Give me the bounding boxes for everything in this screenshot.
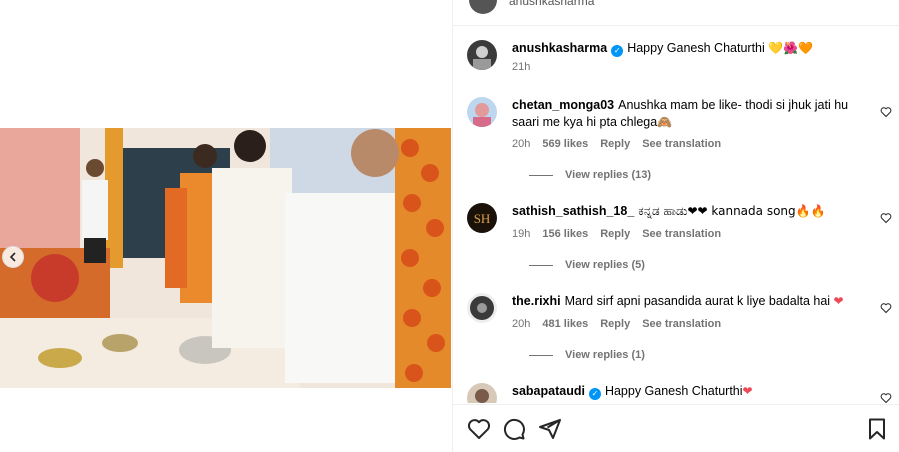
comment-item: sabapataudi ✓ Happy Ganesh Chaturthi❤ [467,383,892,403]
avatar[interactable] [467,293,497,323]
view-replies-button[interactable]: View replies (13) [529,169,651,181]
chevron-left-icon [9,252,16,262]
comment-time[interactable]: 20h [512,138,530,150]
avatar[interactable] [467,383,497,403]
heart-icon[interactable] [880,302,892,314]
comment-emoji: ❤ [833,294,844,308]
post-photo[interactable] [0,128,451,388]
see-translation-link[interactable]: See translation [642,228,721,240]
view-replies-button[interactable]: View replies (5) [529,259,645,271]
send-icon[interactable] [538,417,562,441]
comment-username[interactable]: sathish_sathish_18_ [512,204,634,218]
avatar[interactable] [467,97,497,127]
heart-icon[interactable] [467,417,491,441]
comment-username[interactable]: chetan_monga03 [512,98,614,112]
heart-icon[interactable] [880,392,892,403]
header-username[interactable]: anushkasharma [509,0,594,8]
see-translation-link[interactable]: See translation [642,318,721,330]
comments-panel: anushkasharma anushkasharma ✓ Happy Ganesh… [452,0,899,452]
comment-text: Happy Ganesh Chaturthi [604,384,743,398]
caption-emoji: 💛🌺🧡 [768,41,814,55]
caption-time[interactable]: 21h [512,61,530,73]
instagram-post-view: anushkasharma anushkasharma ✓ Happy Ganesh… [0,0,899,452]
avatar[interactable] [467,40,497,70]
svg-text:SH: SH [474,211,491,226]
post-header: anushkasharma [453,0,899,26]
comment-emoji: 🙈 [657,115,673,129]
comment-time[interactable]: 20h [512,318,530,330]
comment-text: ಕನ್ನಡ ಹಾಡು❤❤ kannada song🔥🔥 [638,204,826,218]
comment-time[interactable]: 19h [512,228,530,240]
heart-icon[interactable] [880,212,892,224]
verified-badge-icon: ✓ [611,45,624,57]
action-bar [453,404,899,452]
caption-username[interactable]: anushkasharma [512,41,607,55]
comment-likes[interactable]: 481 likes [542,318,588,330]
media-pane [0,0,451,452]
comment-emoji: ❤ [742,384,753,398]
comment-likes[interactable]: 156 likes [542,228,588,240]
reply-button[interactable]: Reply [600,318,630,330]
reply-button[interactable]: Reply [600,228,630,240]
comment-likes[interactable]: 569 likes [542,138,588,150]
reply-button[interactable]: Reply [600,138,630,150]
comment-username[interactable]: the.rixhi [512,294,561,308]
carousel-prev-button[interactable] [2,246,24,268]
heart-icon[interactable] [880,106,892,118]
see-translation-link[interactable]: See translation [642,138,721,150]
verified-badge-icon: ✓ [588,388,601,400]
avatar[interactable] [469,0,497,14]
comment-icon[interactable] [502,417,526,441]
view-replies-button[interactable]: View replies (1) [529,349,645,361]
comment-username[interactable]: sabapataudi [512,384,585,398]
caption-text: Happy Ganesh Chaturthi [627,41,765,55]
bookmark-icon[interactable] [865,417,889,441]
comment-text: Mard sirf apni pasandida aurat k liye ba… [564,294,831,308]
avatar[interactable]: SH [467,203,497,233]
